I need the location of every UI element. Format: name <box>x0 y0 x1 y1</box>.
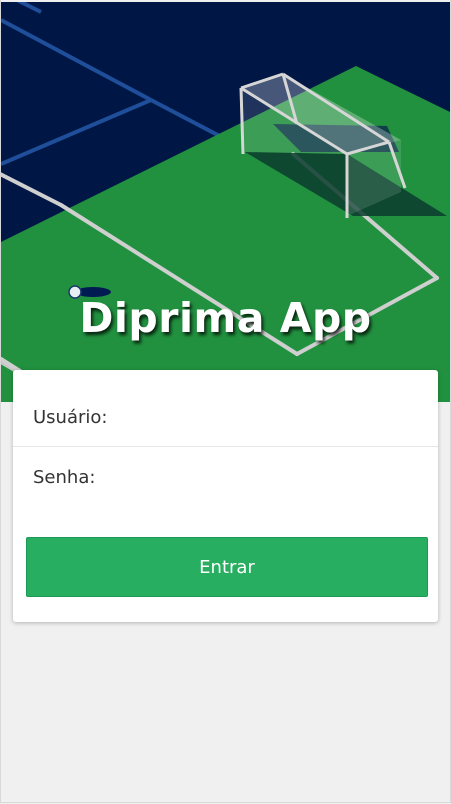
password-input[interactable] <box>113 463 422 493</box>
username-field: Usuário: <box>13 370 438 447</box>
app-title: Diprima App <box>79 294 372 342</box>
password-field: Senha: <box>13 447 438 509</box>
hero-banner: Diprima App <box>1 2 450 402</box>
username-label: Usuário: <box>33 407 108 428</box>
login-card: Usuário: Senha: Entrar <box>13 370 438 622</box>
username-input[interactable] <box>123 403 422 433</box>
soccer-field-illustration <box>1 2 450 402</box>
password-label: Senha: <box>33 467 96 488</box>
login-button[interactable]: Entrar <box>26 537 428 597</box>
